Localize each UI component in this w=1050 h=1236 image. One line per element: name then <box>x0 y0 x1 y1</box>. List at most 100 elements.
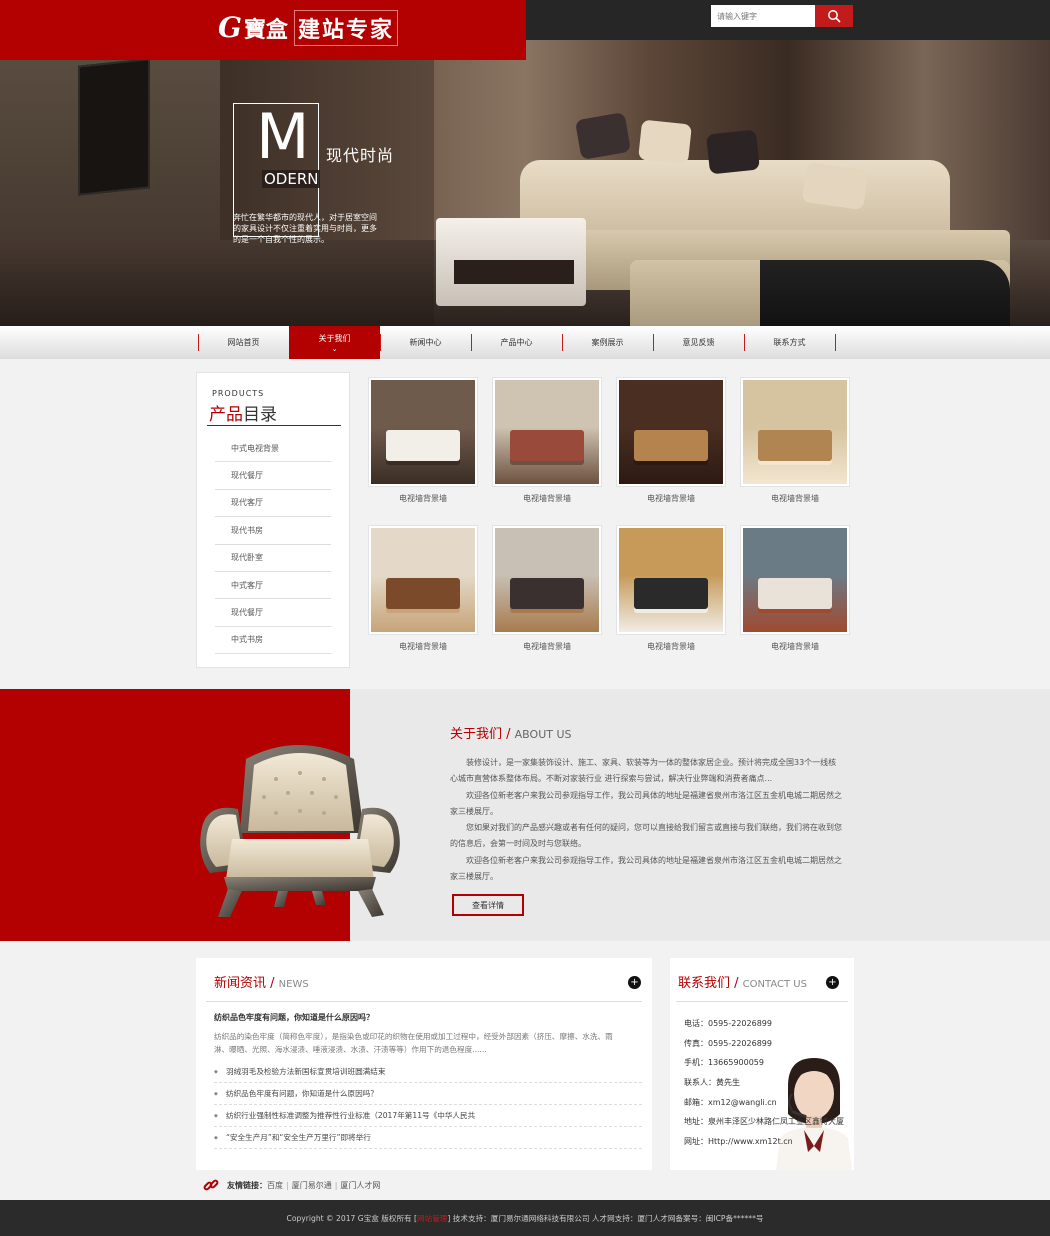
nav-item[interactable]: 联系方式 <box>744 326 835 359</box>
product-label[interactable]: 电视墙背景墙 <box>363 493 483 504</box>
product-label[interactable]: 电视墙背景墙 <box>611 641 731 652</box>
product-image <box>619 380 723 484</box>
product-thumbnail[interactable] <box>740 377 850 487</box>
category-item[interactable]: 中式电视背景 <box>215 435 331 463</box>
banner-pillow <box>801 161 869 211</box>
search-button[interactable] <box>815 5 853 27</box>
product-image <box>495 380 599 484</box>
about-text: 装修设计，是一家集装饰设计、施工、家具、软装等为一体的整体家居企业。预计将完成全… <box>450 755 842 885</box>
footer-rest: ] 技术支持：厦门易尔通网络科技有限公司 人才网支持：厦门人才网备案号：闽ICP… <box>447 1213 764 1223</box>
product-thumbnail[interactable] <box>492 377 602 487</box>
category-item[interactable]: 现代客厅 <box>215 490 331 518</box>
hero-banner: M ODERN 现代时尚 奔忙在繁华都市的现代人，对于居室空间的家具设计不仅注重… <box>0 40 1050 326</box>
news-headline[interactable]: 纺织品色牢度有问题，你知道是什么原因吗？ <box>214 1012 374 1023</box>
news-divider <box>206 1001 642 1002</box>
sidebar-cn-title: 产品目录 <box>209 400 277 425</box>
about-paragraph: 您如果对我们的产品感兴趣或者有任何的疑问，您可以直接给我们留言或直接与我们联络，… <box>450 823 842 849</box>
about-paragraph: 欢迎各位新老客户来我公司参观指导工作，我公司具体的地址是福建省泉州市洛江区五金机… <box>450 790 842 816</box>
contact-more-icon[interactable]: + <box>826 976 839 989</box>
contact-info: 电话：0595-22026899 传真：0595-22026899 手机：13665… <box>684 1014 852 1151</box>
link-separator: | <box>334 1180 338 1190</box>
nav-item-label: 案例展示 <box>591 338 624 347</box>
product-image <box>371 528 475 632</box>
banner-pillow <box>638 119 692 165</box>
links-label: 友情链接： <box>227 1180 267 1190</box>
contact-title: 联系我们 / CONTACT US <box>678 972 807 991</box>
product-thumbnail[interactable] <box>368 377 478 487</box>
about-paragraph: 装修设计，是一家集装饰设计、施工、家具、软装等为一体的整体家居企业。预计将完成全… <box>450 758 837 784</box>
product-thumbnail[interactable] <box>740 525 850 635</box>
nav-item[interactable]: 意见反馈 <box>653 326 744 359</box>
nav-list: 网站首页 关于我们 ⌄ 新闻中心 产品中心 案例展示 意见反馈 联系方式 <box>198 326 837 359</box>
nav-item-label: 意见反馈 <box>682 338 715 347</box>
links-list: 百度 | 厦门易尔通 | 厦门人才网 <box>267 1180 380 1191</box>
search-input[interactable] <box>711 5 815 27</box>
category-item[interactable]: 中式书房 <box>215 627 331 655</box>
product-image <box>743 380 847 484</box>
site-logo[interactable]: G 寶盒 建站专家 <box>218 10 398 46</box>
nav-item[interactable]: 关于我们 ⌄ <box>289 326 380 359</box>
nav-item-label: 关于我们 <box>318 334 351 343</box>
news-list: 羽绒羽毛及检验方法新国标宣贯培训班圆满结束纺织品色牢度有问题，你知道是什么原因吗… <box>214 1061 642 1149</box>
about-more-button[interactable]: 查看详情 <box>452 894 524 916</box>
contact-panel: 联系我们 / CONTACT US + 电话：0595-22026899 传真：0… <box>670 958 854 1170</box>
product-thumbnail[interactable] <box>492 525 602 635</box>
nav-item[interactable]: 案例展示 <box>562 326 653 359</box>
product-thumbnail[interactable] <box>616 525 726 635</box>
nav-end-divider <box>835 326 837 359</box>
news-item[interactable]: 纺织行业强制性标准调整为推荐性行业标准（2017年第11号《中华人民共 <box>214 1105 642 1127</box>
logo-g: G <box>218 11 242 44</box>
friend-link[interactable]: 厦门易尔通 <box>292 1181 332 1190</box>
product-image <box>619 528 723 632</box>
category-item[interactable]: 现代餐厅 <box>215 462 331 490</box>
contact-row: 传真：0595-22026899 <box>684 1038 772 1048</box>
category-item[interactable]: 现代卧室 <box>215 545 331 572</box>
main-nav: 网站首页 关于我们 ⌄ 新闻中心 产品中心 案例展示 意见反馈 联系方式 <box>0 326 1050 359</box>
banner-overlay <box>0 40 434 326</box>
search-box <box>711 5 853 27</box>
about-title-cn: 关于我们 / <box>450 727 511 742</box>
banner-title: 现代时尚 <box>326 146 395 165</box>
nav-item[interactable]: 新闻中心 <box>380 326 471 359</box>
banner-coffee-table <box>436 218 586 306</box>
footer-copyright: Copyright © 2017 G宝盒 版权所有 [ <box>286 1213 418 1223</box>
product-thumbnail[interactable] <box>368 525 478 635</box>
search-icon <box>828 10 841 23</box>
news-summary: 纺织品的染色牢度（简称色牢度），是指染色或印花的织物在使用或加工过程中，经受外部… <box>214 1032 613 1054</box>
category-item[interactable]: 现代餐厅 <box>215 599 331 627</box>
logo-block: G 寶盒 建站专家 <box>0 0 526 60</box>
banner-odern: ODERN <box>262 170 321 188</box>
friend-link[interactable]: 百度 <box>267 1181 283 1190</box>
news-item[interactable]: 羽绒羽毛及检验方法新国标宣贯培训班圆满结束 <box>214 1061 642 1083</box>
product-label[interactable]: 电视墙背景墙 <box>487 641 607 652</box>
news-more-icon[interactable]: + <box>628 976 641 989</box>
contact-row: 邮箱：xm12@wangli.cn <box>684 1097 777 1107</box>
nav-item-label: 新闻中心 <box>409 338 442 347</box>
category-item[interactable]: 中式客厅 <box>215 572 331 600</box>
sidebar-en-title: PRODUCTS <box>212 389 265 398</box>
product-label[interactable]: 电视墙背景墙 <box>735 493 855 504</box>
product-label[interactable]: 电视墙背景墙 <box>363 641 483 652</box>
news-item[interactable]: “安全生产月”和“安全生产万里行”即将举行 <box>214 1127 642 1149</box>
product-label[interactable]: 电视墙背景墙 <box>735 641 855 652</box>
friend-link[interactable]: 厦门人才网 <box>340 1181 380 1190</box>
product-image <box>495 528 599 632</box>
news-title-cn: 新闻资讯 / <box>214 976 275 991</box>
banner-desc: 奔忙在繁华都市的现代人，对于居室空间的家具设计不仅注重着实用与时尚，更多的是一个… <box>233 213 377 244</box>
news-title-en: NEWS <box>278 979 309 990</box>
product-label[interactable]: 电视墙背景墙 <box>611 493 731 504</box>
sidebar-title-rest: 目录 <box>243 405 277 425</box>
nav-item[interactable]: 网站首页 <box>198 326 289 359</box>
footer-admin-link[interactable]: 网站管理 <box>417 1213 447 1224</box>
news-title: 新闻资讯 / NEWS <box>214 972 309 991</box>
contact-divider <box>676 1001 848 1002</box>
product-label[interactable]: 电视墙背景墙 <box>487 493 607 504</box>
nav-item[interactable]: 产品中心 <box>471 326 562 359</box>
news-panel: 新闻资讯 / NEWS + 纺织品色牢度有问题，你知道是什么原因吗？ 纺织品的染… <box>196 958 652 1170</box>
sidebar-divider <box>207 425 341 426</box>
about-title-en: ABOUT US <box>514 728 572 741</box>
category-item[interactable]: 现代书房 <box>215 517 331 545</box>
product-thumbnail[interactable] <box>616 377 726 487</box>
logo-slogan: 建站专家 <box>293 10 398 46</box>
news-item[interactable]: 纺织品色牢度有问题，你知道是什么原因吗？ <box>214 1083 642 1105</box>
